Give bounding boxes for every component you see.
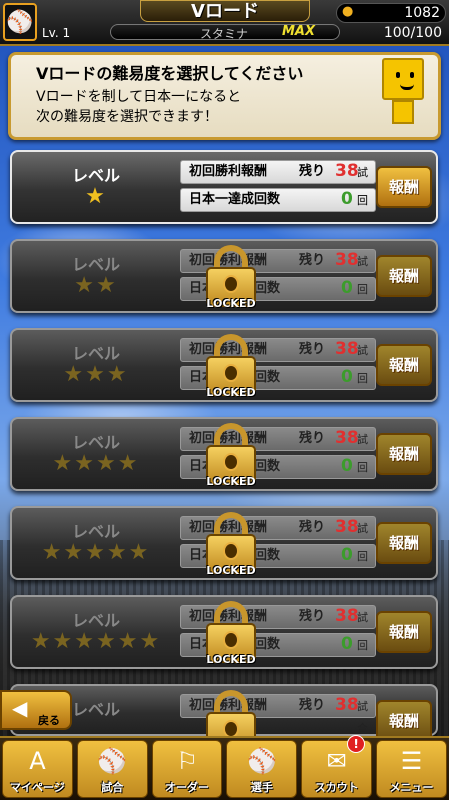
level-row[interactable]: レベル ★★★★★★ 初回勝利報酬 残り 38 試合 日本一達成回数 0 回 報… (10, 595, 438, 669)
lock-icon: LOCKED (202, 597, 260, 671)
level-label: レベル (71, 166, 120, 185)
championship-count: 0 (341, 634, 353, 654)
nav-item[interactable]: A マイページ (2, 740, 73, 798)
level-row[interactable]: レベル ★★ 初回勝利報酬 残り 38 試合 日本一達成回数 0 回 報酬LOC… (10, 239, 438, 313)
stamina-value: 100/100 (383, 25, 442, 41)
level-row[interactable]: レベル ★★★ 初回勝利報酬 残り 38 試合 日本一達成回数 0 回 報酬LO… (10, 328, 438, 402)
first-win-reward-cell: 初回勝利報酬 残り 38 試合 (180, 160, 376, 201)
nav-label: 試合 (101, 781, 124, 794)
lock-icon: LOCKED (202, 241, 260, 315)
level-stars-icon: ★★★★★★ (30, 629, 162, 654)
nav-item[interactable]: ☰ メニュー (376, 740, 447, 798)
nav-label: マイページ (10, 781, 65, 794)
reward-button[interactable]: 報酬 (376, 433, 432, 475)
nav-item[interactable]: ⚾ 試合 (76, 740, 148, 798)
nav-label: オーダー (165, 781, 210, 794)
instruction-title: Vロードの難易度を選択してください (36, 64, 304, 83)
lock-icon: LOCKED (202, 419, 260, 493)
page-title: Vロード (140, 0, 310, 22)
level-stars-icon: ★★ (74, 273, 118, 298)
locked-label: LOCKED (206, 386, 256, 399)
reward-button[interactable]: 報酬 (376, 522, 432, 564)
championship-count: 0 (341, 367, 353, 387)
level-stars-icon: ★★★★ (52, 451, 140, 476)
bottom-nav: A マイページ ⚾ 試合 ⚐ オーダー ⚾ 選手 ✉ スカウト! ☰ メニュー (0, 735, 449, 800)
back-arrow-icon: ◀ (12, 696, 28, 720)
remaining-games: 38 (335, 695, 359, 715)
championship-count: 0 (341, 189, 353, 209)
level-stars-icon: ★ (85, 184, 107, 209)
lock-icon: LOCKED (202, 330, 260, 404)
locked-label: LOCKED (206, 297, 256, 310)
nav-icon: ⚾ (246, 747, 277, 775)
nav-label: 選手 (250, 781, 273, 794)
level-stars-icon: ★★★ (63, 362, 129, 387)
nav-icon: ☰ (400, 747, 423, 775)
nav-icon: A (29, 747, 46, 775)
locked-label: LOCKED (206, 564, 256, 577)
lock-icon: LOCKED (202, 508, 260, 582)
level-label: レベル (71, 344, 120, 363)
nav-item[interactable]: ⚐ オーダー (151, 740, 223, 798)
team-logo-icon[interactable]: ⚾ (3, 3, 37, 41)
nav-label: メニュー (389, 781, 434, 794)
championship-count: 0 (341, 456, 353, 476)
locked-label: LOCKED (206, 653, 256, 666)
instruction-line-1: Vロードを制して日本一になると (36, 89, 242, 105)
remaining-games: 38 (335, 339, 359, 359)
nav-item[interactable]: ⚾ 選手 (226, 740, 298, 798)
championship-count-cell: 日本一達成回数 0 回 (180, 188, 376, 212)
level-label: レベル (71, 255, 120, 274)
remaining-games: 38 (335, 250, 359, 270)
nav-item[interactable]: ✉ スカウト! (301, 735, 373, 798)
level-label: レベル (71, 522, 120, 541)
top-bar: ⚾ Vロード ● 1082 Lv. 1 スタミナ MAX 100/100 (0, 0, 449, 46)
mascot-icon (378, 58, 428, 132)
lock-icon: LOCKED (202, 686, 260, 755)
back-button[interactable]: ◀ 戻る (0, 690, 72, 730)
remaining-games: 38 (335, 606, 359, 626)
level-row[interactable]: レベル 初回勝利報酬 残り 38 試合 報酬LOCKED (10, 684, 438, 755)
reward-button[interactable]: 報酬 (376, 344, 432, 386)
coin-icon: ● (342, 4, 354, 19)
reward-button[interactable]: 報酬 (376, 166, 432, 208)
remaining-games: 38 (335, 517, 359, 537)
level-row[interactable]: レベル ★★★★ 初回勝利報酬 残り 38 試合 日本一達成回数 0 回 報酬L… (10, 417, 438, 491)
remaining-games: 38 (335, 161, 359, 181)
stamina-label: スタミナ (200, 27, 249, 41)
championship-count: 0 (341, 545, 353, 565)
reward-button[interactable]: 報酬 (376, 611, 432, 653)
player-level: Lv. 1 (42, 26, 71, 40)
nav-icon: ⚐ (176, 747, 198, 775)
locked-label: LOCKED (206, 475, 256, 488)
remaining-games: 38 (335, 428, 359, 448)
level-stars-icon: ★★★★★ (41, 540, 151, 565)
nav-label: スカウト (314, 781, 359, 794)
level-label: レベル (71, 611, 120, 630)
level-row[interactable]: レベル ★ 初回勝利報酬 残り 38 試合 日本一達成回数 0 回 報酬 (10, 150, 438, 224)
stamina-max-label: MAX (282, 24, 316, 39)
nav-icon: ⚾ (97, 747, 128, 775)
instruction-line-2: 次の難易度を選択できます！ (36, 109, 218, 125)
coin-count: 1082 (404, 5, 440, 21)
championship-count: 0 (341, 278, 353, 298)
level-label: レベル (71, 433, 120, 452)
level-row[interactable]: レベル ★★★★★ 初回勝利報酬 残り 38 試合 日本一達成回数 0 回 報酬… (10, 506, 438, 580)
reward-button[interactable]: 報酬 (376, 255, 432, 297)
